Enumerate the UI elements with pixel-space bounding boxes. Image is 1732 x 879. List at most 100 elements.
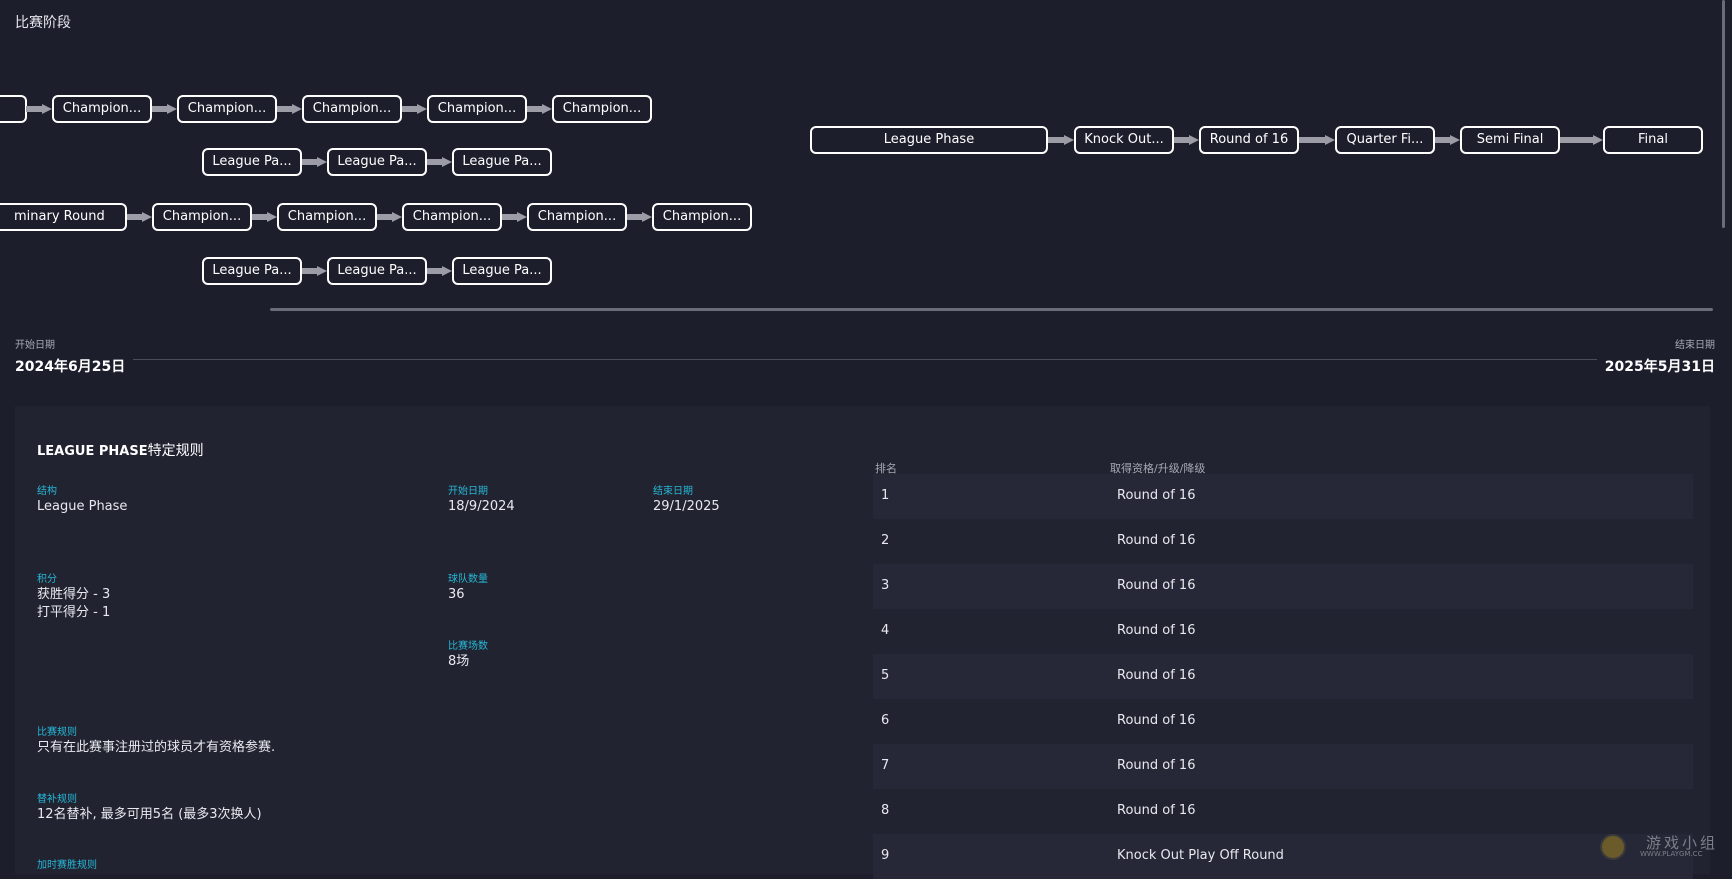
- watermark: 游戏小组 WWW.PLAYGM.CC: [1600, 832, 1725, 862]
- stage-node[interactable]: Champion...: [152, 203, 252, 231]
- stage-arrow: [302, 266, 327, 276]
- rank-cell: 9: [881, 848, 890, 863]
- stage-start-label: 开始日期: [448, 486, 488, 497]
- stage-arrow: [1560, 135, 1603, 145]
- structure-value: League Phase: [37, 499, 128, 514]
- season-dates: 开始日期 2024年6月25日 结束日期 2025年5月31日: [15, 336, 1715, 376]
- teams-value: 36: [448, 587, 465, 602]
- stage-rules-panel: LEAGUE PHASE特定规则 结构 League Phase 开始日期 18…: [15, 406, 1710, 879]
- stage-node[interactable]: League Pa...: [202, 148, 302, 176]
- stage-node[interactable]: Champion...: [527, 203, 627, 231]
- stage-node[interactable]: League Pa...: [452, 148, 552, 176]
- qual-cell: Round of 16: [1117, 758, 1196, 773]
- table-row[interactable]: 8 Round of 16: [873, 789, 1693, 834]
- stage-node[interactable]: minary Round: [0, 203, 127, 231]
- stage-node-quarter-final[interactable]: Quarter Fi...: [1335, 126, 1435, 154]
- match-rules-value: 只有在此赛事注册过的球员才有资格参赛.: [37, 740, 276, 755]
- rank-cell: 5: [881, 668, 890, 683]
- stage-node[interactable]: League Pa...: [202, 257, 302, 285]
- watermark-url: WWW.PLAYGM.CC: [1640, 850, 1703, 858]
- stage-arrow: [252, 212, 277, 222]
- rules-title: LEAGUE PHASE特定规则: [37, 443, 204, 459]
- teams-label: 球队数量: [448, 574, 488, 585]
- qual-cell: Knock Out Play Off Round: [1117, 848, 1284, 863]
- qual-cell: Round of 16: [1117, 578, 1196, 593]
- stage-arrow: [402, 104, 427, 114]
- qual-cell: Round of 16: [1117, 668, 1196, 683]
- table-row[interactable]: 7 Round of 16: [873, 744, 1693, 789]
- stage-node[interactable]: League Pa...: [452, 257, 552, 285]
- stage-node-round-of-16[interactable]: Round of 16: [1199, 126, 1299, 154]
- watermark-logo-icon: [1600, 834, 1626, 860]
- structure-label: 结构: [37, 486, 57, 497]
- stage-node[interactable]: Champion...: [277, 203, 377, 231]
- stage-node[interactable]: Champion...: [427, 95, 527, 123]
- stage-arrow: [377, 212, 402, 222]
- stage-node[interactable]: [0, 95, 27, 123]
- stage-arrow: [427, 266, 452, 276]
- stage-arrow: [1299, 135, 1335, 145]
- matches-label: 比赛场数: [448, 641, 488, 652]
- start-date-label: 开始日期: [15, 340, 55, 351]
- table-row[interactable]: 5 Round of 16: [873, 654, 1693, 699]
- qual-cell: Round of 16: [1117, 713, 1196, 728]
- stage-arrow: [527, 104, 552, 114]
- stage-arrow: [427, 157, 452, 167]
- stage-node[interactable]: League Pa...: [327, 257, 427, 285]
- qual-cell: Round of 16: [1117, 488, 1196, 503]
- rank-cell: 1: [881, 488, 890, 503]
- stage-node[interactable]: Champion...: [652, 203, 752, 231]
- stage-arrow: [152, 104, 177, 114]
- match-rules-label: 比赛规则: [37, 727, 77, 738]
- end-date-label: 结束日期: [1675, 340, 1715, 351]
- stage-node-final[interactable]: Final: [1603, 126, 1703, 154]
- stage-start-value: 18/9/2024: [448, 499, 515, 514]
- stage-arrow: [627, 212, 652, 222]
- stage-node-knock-out[interactable]: Knock Out...: [1074, 126, 1174, 154]
- points-label: 积分: [37, 574, 57, 585]
- stage-node[interactable]: Champion...: [52, 95, 152, 123]
- rank-cell: 3: [881, 578, 890, 593]
- points-draw: 打平得分 - 1: [37, 605, 111, 620]
- rank-cell: 4: [881, 623, 890, 638]
- qual-cell: Round of 16: [1117, 623, 1196, 638]
- rank-cell: 7: [881, 758, 890, 773]
- date-divider: [133, 359, 1597, 360]
- table-row[interactable]: 2 Round of 16: [873, 519, 1693, 564]
- table-row[interactable]: 1 Round of 16: [873, 474, 1693, 519]
- matches-value: 8场: [448, 654, 470, 669]
- rank-cell: 6: [881, 713, 890, 728]
- start-date-value: 2024年6月25日: [15, 359, 126, 375]
- rank-cell: 8: [881, 803, 890, 818]
- stage-flow: Champion... Champion... Champion... Cham…: [0, 60, 1732, 300]
- table-row[interactable]: 4 Round of 16: [873, 609, 1693, 654]
- sub-rules-label: 替补规则: [37, 794, 77, 805]
- stage-node[interactable]: League Pa...: [327, 148, 427, 176]
- stage-node[interactable]: Champion...: [177, 95, 277, 123]
- stage-arrow: [502, 212, 527, 222]
- stage-end-value: 29/1/2025: [653, 499, 720, 514]
- stage-node[interactable]: Champion...: [552, 95, 652, 123]
- extra-rules-label: 加时赛胜规则: [37, 860, 97, 871]
- stage-arrow: [1048, 135, 1074, 145]
- stage-node-semi-final[interactable]: Semi Final: [1460, 126, 1560, 154]
- horizontal-scrollbar[interactable]: [270, 308, 1713, 311]
- qual-cell: Round of 16: [1117, 803, 1196, 818]
- table-row[interactable]: 3 Round of 16: [873, 564, 1693, 609]
- table-row[interactable]: 6 Round of 16: [873, 699, 1693, 744]
- stage-node-league-phase[interactable]: League Phase: [810, 126, 1048, 154]
- stage-arrow: [26, 104, 52, 114]
- rank-cell: 2: [881, 533, 890, 548]
- stage-end-label: 结束日期: [653, 486, 693, 497]
- vertical-scrollbar[interactable]: [1722, 0, 1725, 228]
- stages-title: 比赛阶段: [15, 15, 71, 31]
- stage-node[interactable]: Champion...: [402, 203, 502, 231]
- stage-node[interactable]: Champion...: [302, 95, 402, 123]
- table-row[interactable]: 9 Knock Out Play Off Round: [873, 834, 1693, 879]
- end-date-value: 2025年5月31日: [1604, 359, 1715, 375]
- sub-rules-value: 12名替补, 最多可用5名 (最多3次换人): [37, 807, 262, 822]
- qual-cell: Round of 16: [1117, 533, 1196, 548]
- stage-arrow: [277, 104, 302, 114]
- points-win: 获胜得分 - 3: [37, 587, 111, 602]
- stage-arrow: [127, 212, 152, 222]
